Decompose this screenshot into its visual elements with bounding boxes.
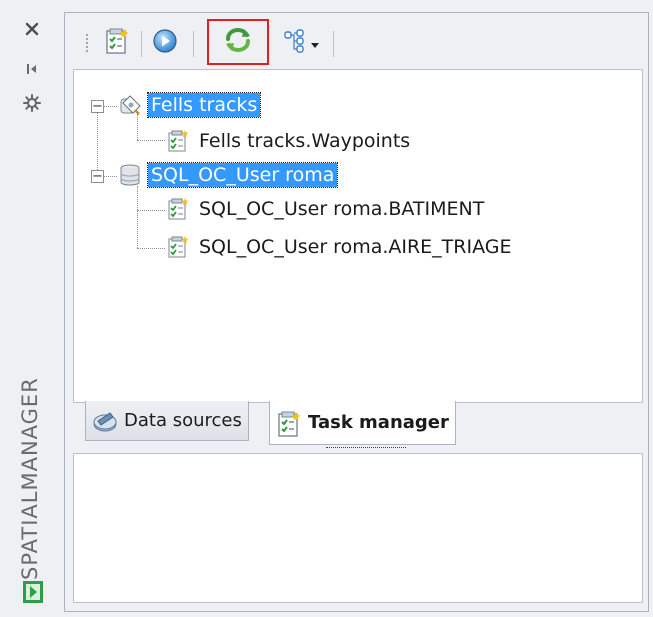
tree-connector — [103, 106, 117, 107]
task-icon — [166, 235, 190, 259]
data-source-tree[interactable]: − Fells tracks Fells tracks.Waypoints − … — [73, 69, 643, 403]
tree-node-fells-tracks-waypoints[interactable]: Fells tracks.Waypoints — [166, 126, 413, 156]
side-strip: SPATIALMANAGER — [0, 0, 62, 617]
spatial-manager-window: SPATIALMANAGER − Fells tracks Fells trac… — [0, 0, 653, 617]
toolbar-separator — [141, 31, 142, 57]
task-manager-icon — [276, 410, 302, 437]
tree-view-button[interactable] — [277, 25, 325, 61]
tab-label: Task manager — [308, 412, 449, 433]
tab-label: Data sources — [124, 410, 242, 431]
document-task-icon — [104, 27, 130, 59]
tree-node-label: Fells tracks.Waypoints — [199, 130, 411, 152]
task-icon — [166, 197, 190, 221]
toolbar-separator — [193, 31, 194, 57]
new-task-button[interactable] — [99, 25, 135, 61]
run-button[interactable] — [147, 25, 183, 61]
tree-node-label: SQL_OC_User roma — [146, 162, 339, 188]
tree-connector — [137, 140, 165, 141]
task-manager-content[interactable] — [73, 453, 643, 603]
collapse-toggle[interactable]: − — [91, 170, 104, 183]
gps-source-icon — [118, 93, 142, 117]
tree-node-batiment[interactable]: SQL_OC_User roma.BATIMENT — [166, 194, 487, 224]
toolbar-separator — [333, 31, 334, 57]
toolbar — [79, 19, 639, 67]
spatial-manager-logo-icon[interactable] — [22, 580, 44, 604]
task-icon — [166, 129, 190, 153]
tab-data-sources[interactable]: Data sources — [85, 401, 249, 441]
main-panel: − Fells tracks Fells tracks.Waypoints − … — [64, 12, 649, 612]
play-icon — [152, 28, 178, 58]
tree-connector — [137, 248, 165, 249]
tree-node-aire-triage[interactable]: SQL_OC_User roma.AIRE_TRIAGE — [166, 232, 515, 262]
tree-connector — [103, 176, 117, 177]
data-sources-icon — [92, 408, 118, 434]
refresh-button[interactable] — [207, 19, 269, 65]
settings-icon[interactable] — [21, 92, 43, 114]
chevron-down-icon — [311, 34, 319, 53]
tab-task-manager[interactable]: Task manager — [269, 401, 456, 448]
tree-connector — [137, 186, 138, 248]
tree-node-fells-tracks[interactable]: Fells tracks — [118, 90, 262, 120]
tree-connector — [137, 210, 165, 211]
collapse-toggle[interactable]: − — [91, 100, 104, 113]
tree-node-label: SQL_OC_User roma.AIRE_TRIAGE — [199, 236, 512, 258]
tab-bar: Data sources Task manager — [73, 401, 643, 451]
focus-indicator — [326, 446, 406, 448]
refresh-icon — [222, 25, 254, 59]
sidebar-title: SPATIALMANAGER — [18, 377, 42, 580]
tree-node-sql-oc-user-roma[interactable]: SQL_OC_User roma — [118, 160, 339, 190]
tree-node-label: Fells tracks — [146, 92, 262, 118]
tree-node-label: SQL_OC_User roma.BATIMENT — [199, 198, 485, 220]
database-icon — [118, 163, 142, 187]
pin-icon[interactable] — [21, 58, 43, 80]
tree-view-icon — [283, 28, 309, 58]
close-icon[interactable] — [21, 18, 43, 40]
toolbar-grip[interactable] — [85, 33, 89, 53]
